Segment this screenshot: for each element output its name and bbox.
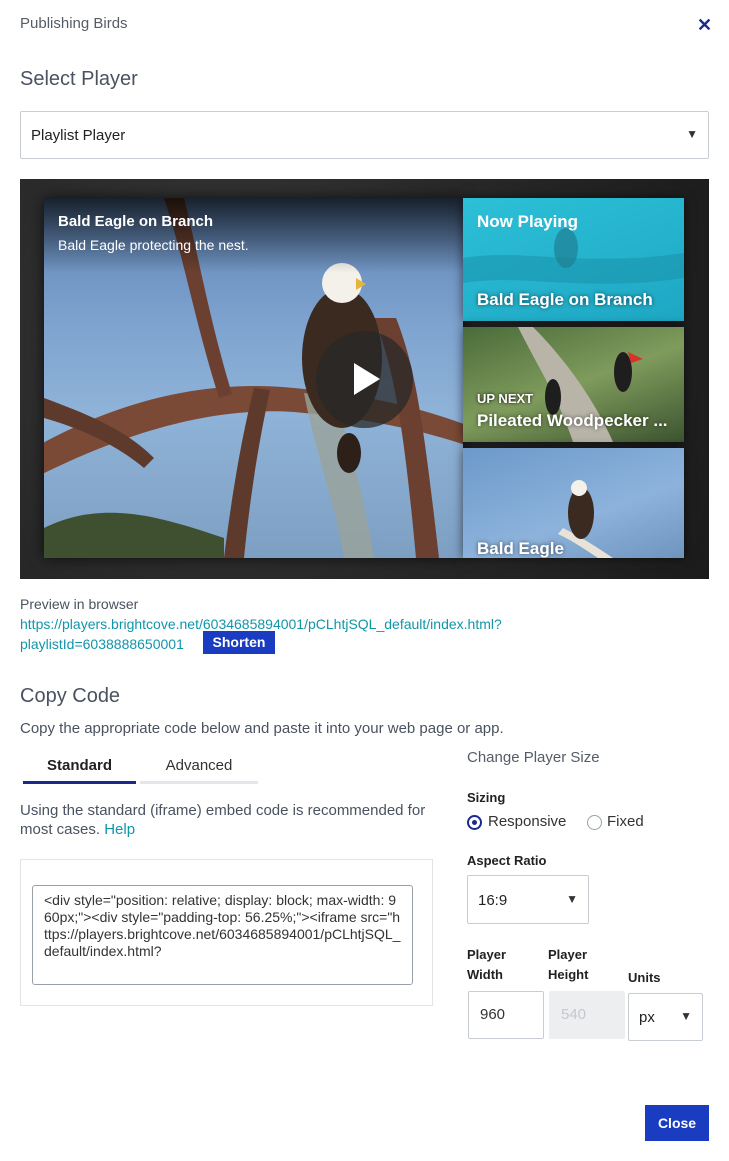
preview-url-link[interactable]: https://players.brightcove.net/603468589…: [20, 614, 560, 654]
fixed-radio[interactable]: [587, 815, 602, 830]
player-height-input: 540: [549, 991, 625, 1039]
close-icon[interactable]: ✕: [697, 15, 712, 36]
player-select-value: Playlist Player: [31, 127, 126, 144]
standard-description: Using the standard (iframe) embed code i…: [20, 801, 430, 839]
aspect-ratio-label: Aspect Ratio: [467, 853, 547, 868]
video-description: Bald Eagle protecting the nest.: [58, 237, 249, 253]
sizing-label: Sizing: [467, 790, 506, 805]
now-playing-label: Now Playing: [477, 212, 579, 231]
playlist-item-title: Pileated Woodpecker ...: [477, 411, 668, 430]
preview-label: Preview in browser: [20, 596, 139, 612]
player-width-label: Player Width: [467, 947, 507, 982]
copy-code-description: Copy the appropriate code below and past…: [20, 720, 504, 737]
fixed-label[interactable]: Fixed: [607, 813, 644, 830]
chevron-down-icon: ▼: [680, 1009, 692, 1023]
tab-advanced[interactable]: Advanced: [140, 757, 258, 784]
shorten-button[interactable]: Shorten: [203, 631, 275, 654]
chevron-down-icon: ▼: [686, 127, 698, 141]
responsive-radio[interactable]: [467, 815, 482, 830]
units-select[interactable]: px ▼: [628, 993, 703, 1041]
play-button-icon[interactable]: [316, 331, 413, 428]
units-value: px: [639, 1009, 655, 1026]
help-link[interactable]: Help: [104, 821, 135, 838]
playlist-item-title: Bald Eagle: [477, 539, 564, 558]
units-label: Units: [628, 970, 661, 985]
embed-code-textarea[interactable]: <div style="position: relative; display:…: [32, 885, 413, 985]
aspect-ratio-select[interactable]: 16:9 ▼: [467, 875, 589, 924]
playlist-item-title: Bald Eagle on Branch: [477, 290, 653, 309]
change-player-size-heading: Change Player Size: [467, 749, 600, 766]
video-area[interactable]: Bald Eagle on Branch Bald Eagle protecti…: [44, 198, 463, 558]
close-button[interactable]: Close: [645, 1105, 709, 1141]
video-title-overlay: [44, 198, 463, 273]
copy-code-heading: Copy Code: [20, 685, 121, 707]
player-preview: Bald Eagle on Branch Bald Eagle protecti…: [20, 179, 709, 579]
player-height-label: Player Height: [548, 947, 589, 982]
playlist-item[interactable]: Now Playing Bald Eagle on Branch: [463, 198, 684, 321]
embed-code-panel: <div style="position: relative; display:…: [20, 859, 433, 1006]
up-next-label: UP NEXT: [477, 391, 534, 406]
chevron-down-icon: ▼: [566, 892, 578, 906]
playlist-item[interactable]: UP NEXT Pileated Woodpecker ...: [463, 327, 684, 442]
player-select[interactable]: Playlist Player ▼: [20, 111, 709, 159]
player-width-input[interactable]: 960: [468, 991, 544, 1039]
dialog-title: Publishing Birds: [20, 15, 128, 32]
tab-standard[interactable]: Standard: [23, 757, 136, 784]
standard-description-text: Using the standard (iframe) embed code i…: [20, 802, 426, 838]
video-title: Bald Eagle on Branch: [58, 213, 214, 230]
responsive-label[interactable]: Responsive: [488, 813, 566, 830]
playlist-item[interactable]: Bald Eagle: [463, 448, 684, 558]
select-player-heading: Select Player: [20, 68, 138, 90]
aspect-ratio-value: 16:9: [478, 892, 508, 909]
